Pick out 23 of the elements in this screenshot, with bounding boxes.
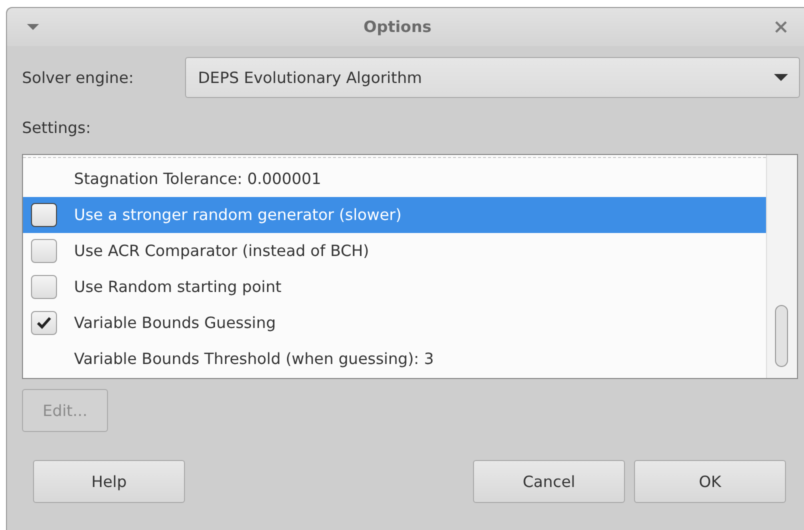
window-menu-icon[interactable] — [26, 23, 40, 31]
dialog-button[interactable]: Help — [33, 460, 185, 503]
checkbox[interactable] — [31, 275, 57, 299]
dropdown-arrow-icon — [773, 73, 789, 82]
solver-label: Solver engine: — [22, 68, 135, 86]
settings-row[interactable]: Variable Bounds Threshold (when guessing): 3 — [23, 341, 766, 377]
window-title: Options — [364, 18, 432, 36]
settings-row[interactable]: Stagnation Tolerance: 0.000001 — [23, 161, 766, 197]
scrollbar[interactable] — [766, 155, 797, 378]
checkbox[interactable] — [31, 239, 57, 263]
check-icon — [35, 315, 53, 331]
scrollbar-thumb[interactable] — [775, 305, 788, 367]
dialog-button[interactable]: Cancel — [473, 460, 625, 503]
checkbox[interactable] — [31, 311, 57, 335]
checkbox[interactable] — [31, 203, 57, 227]
settings-row[interactable]: Variable Bounds Guessing — [23, 305, 766, 341]
settings-row[interactable]: Use ACR Comparator (instead of BCH) — [23, 233, 766, 269]
solver-dropdown[interactable]: DEPS Evolutionary Algorithm — [185, 57, 800, 98]
dialog-button[interactable]: OK — [634, 460, 786, 503]
close-icon[interactable] — [774, 20, 788, 34]
settings-row[interactable]: Use Random starting point — [23, 269, 766, 305]
solver-value: DEPS Evolutionary Algorithm — [198, 68, 422, 86]
settings-label: Settings: — [22, 119, 92, 139]
